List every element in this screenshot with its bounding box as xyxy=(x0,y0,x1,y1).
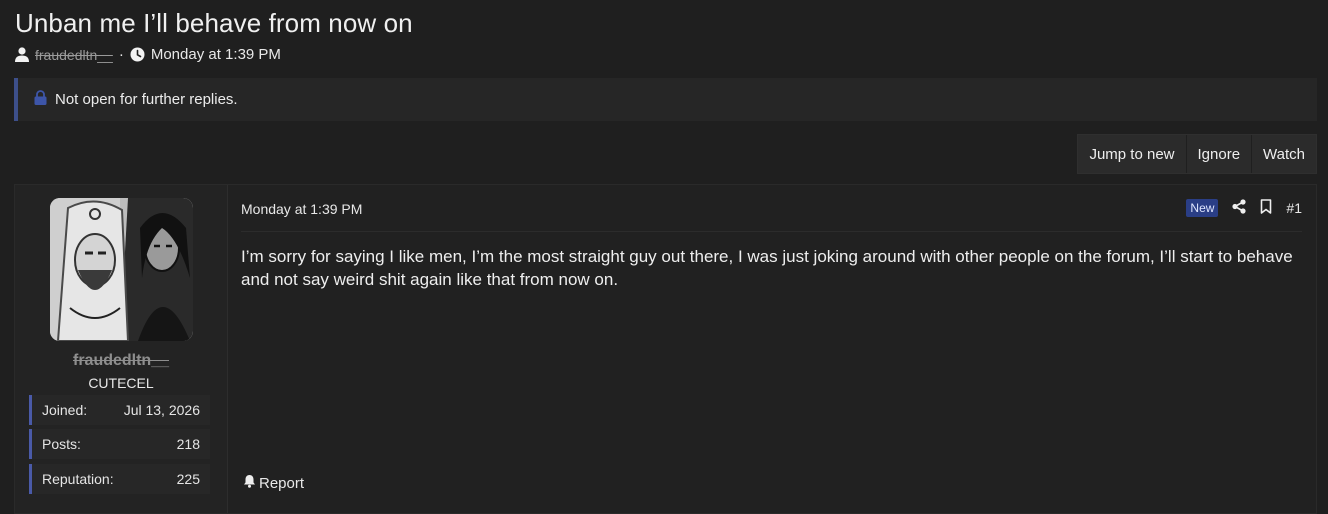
bell-icon xyxy=(243,474,256,492)
user-stat-reputation: Reputation: 225 xyxy=(29,464,210,494)
user-stat-joined: Joined: Jul 13, 2026 xyxy=(29,395,210,425)
watch-button[interactable]: Watch xyxy=(1251,135,1316,173)
stat-value: 218 xyxy=(176,436,200,452)
user-stat-posts: Posts: 218 xyxy=(29,429,210,459)
post-date[interactable]: Monday at 1:39 PM xyxy=(241,201,362,217)
bookmark-icon[interactable] xyxy=(1260,199,1272,217)
share-icon[interactable] xyxy=(1232,199,1247,217)
locked-notice-text: Not open for further replies. xyxy=(55,91,238,108)
ignore-button[interactable]: Ignore xyxy=(1185,135,1252,173)
stat-value: 225 xyxy=(176,471,200,487)
report-link[interactable]: Report xyxy=(243,474,304,492)
lock-icon xyxy=(34,90,47,109)
post-body: I’m sorry for saying I like men, I’m the… xyxy=(241,247,1293,289)
post-actions: New #1 xyxy=(1186,199,1302,217)
post-header-divider xyxy=(241,231,1302,232)
thread-meta: fraudedltn__ · Monday at 1:39 PM xyxy=(15,46,281,63)
new-badge: New xyxy=(1186,199,1219,217)
clock-icon xyxy=(130,47,145,62)
thread-date[interactable]: Monday at 1:39 PM xyxy=(151,46,281,63)
jump-to-new-button[interactable]: Jump to new xyxy=(1078,135,1185,173)
user-icon xyxy=(15,47,29,62)
post-main: Monday at 1:39 PM New #1 I’m sorry for s… xyxy=(241,185,1316,513)
post-username[interactable]: fraudedltn__ xyxy=(15,352,227,370)
thread-button-bar: Jump to new Ignore Watch xyxy=(1077,134,1317,174)
stat-label: Joined: xyxy=(42,402,88,418)
thread-title: Unban me I’ll behave from now on xyxy=(15,8,413,38)
post: fraudedltn__ CUTECEL Joined: Jul 13, 202… xyxy=(14,184,1317,514)
stat-value: Jul 13, 2026 xyxy=(123,402,200,418)
stat-label: Reputation: xyxy=(42,471,114,487)
meta-separator: · xyxy=(118,46,124,63)
user-title: CUTECEL xyxy=(88,375,154,391)
post-number-link[interactable]: #1 xyxy=(1286,200,1302,216)
thread-author-link[interactable]: fraudedltn__ xyxy=(35,47,113,63)
locked-notice: Not open for further replies. xyxy=(14,78,1317,121)
avatar[interactable] xyxy=(50,198,193,341)
report-label: Report xyxy=(259,474,305,492)
post-user-sidebar: fraudedltn__ CUTECEL Joined: Jul 13, 202… xyxy=(15,185,228,513)
stat-label: Posts: xyxy=(42,436,81,452)
